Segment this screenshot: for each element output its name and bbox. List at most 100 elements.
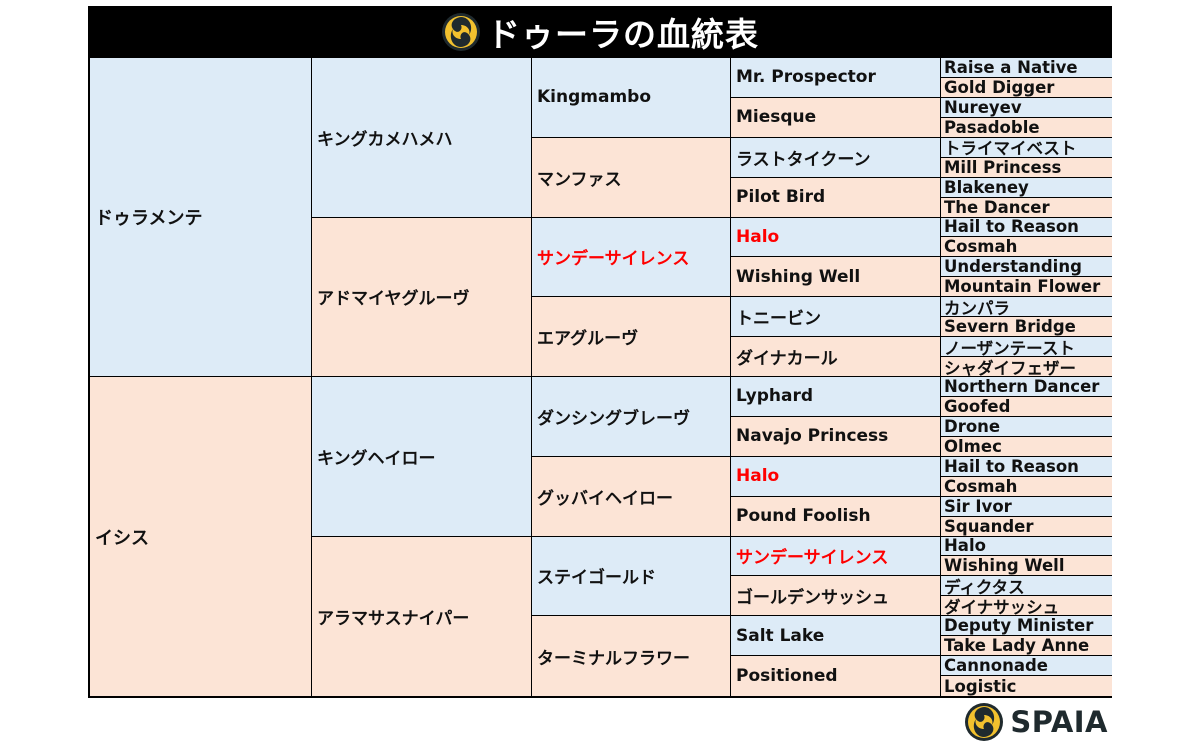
horse-name: Wishing Well (736, 266, 861, 287)
pedigree-cell-gen4: Pilot Bird (731, 177, 941, 218)
horse-name: ノーザンテースト (944, 338, 1075, 358)
pedigree-cell-gen5: カンパラ (941, 297, 1112, 318)
pedigree-cell-gen5: Sir Ivor (941, 496, 1112, 517)
horse-name: Olmec (944, 436, 1002, 456)
horse-name: Hail to Reason (944, 456, 1079, 476)
pedigree-cell-gen5: シャダイフェザー (941, 357, 1112, 377)
horse-name: Halo (736, 466, 780, 487)
horse-name: アドマイヤグルーヴ (317, 289, 470, 310)
horse-name: Wishing Well (944, 556, 1065, 576)
horse-name: トライマイベスト (944, 139, 1077, 158)
horse-name: カンパラ (944, 298, 1010, 318)
horse-name: Mountain Flower (944, 277, 1101, 297)
pedigree-cell-gen4: トニービン (731, 297, 941, 338)
pedigree-cell-gen5: Logistic (941, 676, 1112, 696)
horse-name: トニービン (736, 309, 821, 330)
brand-footer: SPAIA (964, 702, 1108, 742)
pedigree-cell-gen5: トライマイベスト (941, 137, 1112, 158)
horse-name: Pound Foolish (736, 506, 871, 527)
spaia-logo-icon (965, 703, 1004, 741)
horse-name: Pasadoble (944, 117, 1040, 137)
horse-name: ダイナカール (736, 349, 838, 370)
pedigree-cell-gen4: ラストタイクーン (731, 137, 941, 178)
horse-name: キングカメハメハ (317, 129, 453, 150)
pedigree-cell-gen2: アドマイヤグルーヴ (312, 217, 532, 377)
horse-name: Pilot Bird (736, 187, 826, 208)
horse-name: Navajo Princess (736, 426, 889, 447)
pedigree-cell-gen3: ダンシングブレーヴ (532, 377, 731, 457)
pedigree-cell-gen5: Take Lady Anne (941, 636, 1112, 657)
horse-name: Goofed (944, 396, 1011, 416)
pedigree-cell-gen4: Navajo Princess (731, 416, 941, 457)
pedigree-cell-gen5: Pasadoble (941, 117, 1112, 138)
horse-name: Positioned (736, 666, 838, 687)
pedigree-cell-gen3: エアグルーヴ (532, 297, 731, 377)
horse-name: Take Lady Anne (944, 636, 1090, 656)
horse-name: シャダイフェザー (944, 358, 1076, 377)
pedigree-cell-gen4: Lyphard (731, 377, 941, 417)
horse-name: Cosmah (944, 237, 1018, 257)
pedigree-cell-gen4: Salt Lake (731, 616, 941, 657)
pedigree-cell-gen5: The Dancer (941, 197, 1112, 218)
pedigree-cell-gen5: Goofed (941, 396, 1112, 417)
horse-name: Miesque (736, 107, 817, 128)
horse-name: エアグルーヴ (537, 329, 639, 350)
horse-name: Cannonade (944, 656, 1048, 676)
horse-name: Northern Dancer (944, 377, 1100, 396)
horse-name: ディクタス (944, 577, 1025, 597)
title-bar: ドゥーラの血統表 (88, 6, 1112, 58)
pedigree-cell-gen5: Cannonade (941, 656, 1112, 677)
horse-name: Logistic (944, 676, 1017, 696)
pedigree-cell-gen3: マンファス (532, 137, 731, 218)
horse-name: イシス (95, 527, 149, 549)
horse-name: Hail to Reason (944, 217, 1079, 237)
horse-name: サンデーサイレンス (537, 249, 690, 270)
horse-name: Deputy Minister (944, 616, 1094, 636)
pedigree-cell-gen4: Halo (731, 217, 941, 258)
pedigree-cell-gen5: Hail to Reason (941, 217, 1112, 238)
pedigree-cell-gen3: ステイゴールド (532, 536, 731, 617)
pedigree-cell-gen5: Nureyev (941, 97, 1112, 118)
horse-name: Drone (944, 416, 1001, 436)
pedigree-cell-gen5: Cosmah (941, 476, 1112, 497)
pedigree-cell-gen5: Gold Digger (941, 77, 1112, 98)
horse-name: アラマサスナイパー (317, 608, 470, 629)
pedigree-cell-gen5: ノーザンテースト (941, 337, 1112, 358)
pedigree-cell-gen4: ゴールデンサッシュ (731, 576, 941, 617)
pedigree-cell-gen2: キングヘイロー (312, 377, 532, 537)
pedigree-cell-gen2: キングカメハメハ (312, 58, 532, 218)
horse-name: ラストタイクーン (736, 149, 871, 170)
horse-name: Severn Bridge (944, 317, 1076, 337)
pedigree-cell-gen5: Deputy Minister (941, 616, 1112, 637)
pedigree-table: ドゥラメンテイシス キングカメハメハ アドマイヤグルーヴ キングヘイローアラマサスナイ… (88, 58, 1112, 698)
pedigree-cell-gen5: Severn Bridge (941, 317, 1112, 338)
pedigree-cell-gen5: Squander (941, 516, 1112, 537)
pedigree-cell-gen1: ドゥラメンテ (90, 58, 312, 377)
horse-name: ダイナサッシュ (944, 597, 1060, 617)
horse-name: Salt Lake (736, 625, 825, 646)
pedigree-cell-gen3: サンデーサイレンス (532, 217, 731, 298)
horse-name: Understanding (944, 257, 1082, 277)
pedigree-cell-gen5: ダイナサッシュ (941, 596, 1112, 617)
horse-name: Halo (736, 226, 780, 247)
horse-name: Mill Princess (944, 157, 1062, 177)
pedigree-cell-gen4: Halo (731, 456, 941, 497)
pedigree-cell-gen5: Mill Princess (941, 157, 1112, 178)
pedigree-cell-gen4: サンデーサイレンス (731, 536, 941, 577)
horse-name: Gold Digger (944, 77, 1055, 97)
horse-name: Lyphard (736, 386, 814, 407)
pedigree-cell-gen5: Blakeney (941, 177, 1112, 198)
pedigree-cell-gen5: Halo (941, 536, 1112, 557)
pedigree-cell-gen5: Drone (941, 416, 1112, 437)
pedigree-cell-gen3: ターミナルフラワー (532, 616, 731, 696)
pedigree-cell-gen4: Positioned (731, 656, 941, 696)
horse-name: The Dancer (944, 197, 1050, 217)
horse-name: ターミナルフラワー (537, 648, 690, 669)
brand-name: SPAIA (1010, 705, 1108, 739)
horse-name: Raise a Native (944, 58, 1078, 77)
pedigree-cell-gen5: Hail to Reason (941, 456, 1112, 477)
horse-name: Blakeney (944, 177, 1029, 197)
horse-name: キングヘイロー (317, 448, 436, 469)
pedigree-cell-gen4: Miesque (731, 97, 941, 138)
spaia-logo-icon (442, 13, 480, 51)
